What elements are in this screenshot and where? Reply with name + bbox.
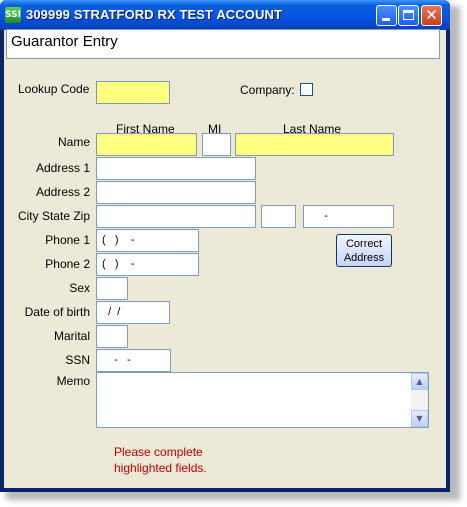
date-of-birth-input[interactable]: / / bbox=[96, 301, 170, 324]
ssn-label: SSN bbox=[65, 353, 90, 367]
maximize-icon bbox=[403, 10, 414, 20]
validation-message: Please complete highlighted fields. bbox=[114, 444, 274, 476]
minimize-button[interactable] bbox=[376, 5, 397, 26]
minimize-icon bbox=[382, 18, 390, 21]
window: SSI 309999 STRATFORD RX TEST ACCOUNT ✕ G… bbox=[0, 0, 450, 492]
city-input[interactable] bbox=[96, 205, 256, 228]
state-input[interactable] bbox=[261, 205, 296, 228]
scroll-up-button[interactable]: ▲ bbox=[411, 373, 428, 390]
maximize-button[interactable] bbox=[398, 5, 419, 26]
validation-message-line2: highlighted fields. bbox=[114, 461, 207, 475]
close-button[interactable]: ✕ bbox=[421, 5, 442, 26]
scroll-down-button[interactable]: ▼ bbox=[411, 410, 428, 427]
address2-label: Address 2 bbox=[35, 185, 90, 199]
company-label: Company: bbox=[240, 83, 295, 97]
city-state-zip-label: City State Zip bbox=[17, 209, 90, 223]
sex-label: Sex bbox=[69, 281, 90, 295]
company-checkbox[interactable] bbox=[300, 83, 313, 96]
zip-input[interactable]: - bbox=[303, 205, 394, 228]
first-name-input[interactable] bbox=[96, 133, 197, 156]
phone1-label: Phone 1 bbox=[45, 233, 90, 247]
phone2-label: Phone 2 bbox=[45, 257, 90, 271]
address2-input[interactable] bbox=[96, 181, 256, 204]
chevron-down-icon: ▼ bbox=[416, 414, 423, 423]
date-of-birth-label: Date of birth bbox=[24, 305, 90, 319]
validation-message-line1: Please complete bbox=[114, 445, 203, 459]
phone2-input[interactable]: ( ) - bbox=[96, 253, 199, 276]
correct-address-button[interactable]: Correct Address bbox=[336, 234, 392, 267]
sex-input[interactable] bbox=[96, 277, 128, 300]
memo-label: Memo bbox=[56, 374, 90, 388]
close-icon: ✕ bbox=[425, 6, 438, 24]
lookup-code-input[interactable] bbox=[96, 81, 170, 104]
memo-textarea[interactable] bbox=[96, 372, 429, 428]
name-label: Name bbox=[57, 135, 90, 149]
middle-initial-input[interactable] bbox=[202, 133, 231, 156]
memo-scrollbar[interactable]: ▲ ▼ bbox=[411, 373, 428, 427]
marital-input[interactable] bbox=[96, 325, 128, 348]
address1-label: Address 1 bbox=[35, 161, 90, 175]
form-title: Guarantor Entry bbox=[11, 33, 118, 50]
correct-address-label-line2: Address bbox=[343, 252, 385, 264]
ssn-input[interactable]: - - bbox=[96, 349, 171, 372]
title-bar[interactable]: SSI 309999 STRATFORD RX TEST ACCOUNT ✕ bbox=[0, 0, 450, 30]
address1-input[interactable] bbox=[96, 157, 256, 180]
chevron-up-icon: ▲ bbox=[416, 377, 423, 386]
phone1-input[interactable]: ( ) - bbox=[96, 229, 199, 252]
correct-address-label-line1: Correct bbox=[345, 238, 383, 250]
lookup-code-label: Lookup Code bbox=[18, 82, 90, 96]
app-icon[interactable]: SSI bbox=[5, 7, 21, 23]
window-title: 309999 STRATFORD RX TEST ACCOUNT bbox=[26, 7, 283, 22]
last-name-input[interactable] bbox=[235, 133, 394, 156]
marital-label: Marital bbox=[53, 329, 90, 343]
